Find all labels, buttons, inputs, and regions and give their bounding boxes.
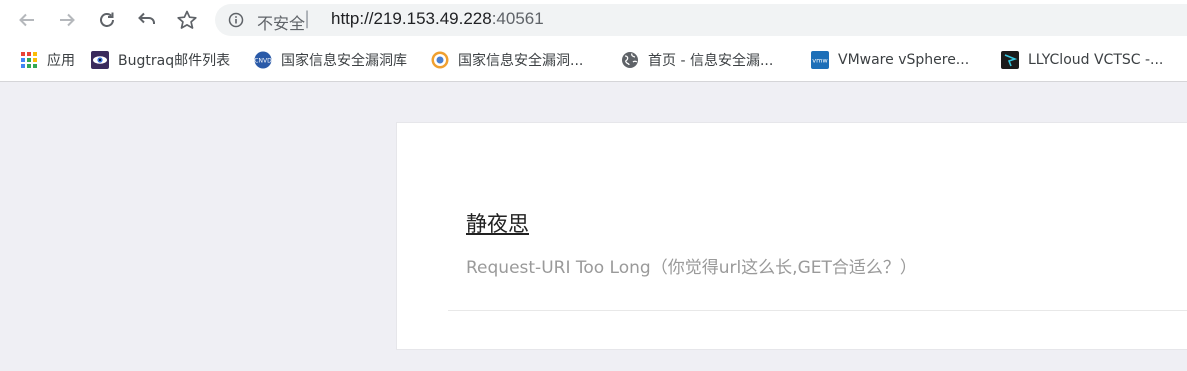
reload-icon (100, 12, 114, 27)
url-text[interactable]: http://219.153.49.228:40561 (331, 9, 544, 29)
llycloud-icon (1001, 51, 1019, 69)
bookmark-llycloud[interactable]: LLYCloud VCTSC -... (1001, 49, 1163, 71)
url-host: http://219.153.49.228 (331, 9, 492, 28)
browser-toolbar: 不安全 | http://219.153.49.228:40561 (0, 0, 1187, 40)
star-icon (177, 10, 197, 29)
bookmark-apps[interactable]: 应用 (20, 49, 75, 71)
bookmark-label: VMware vSphere... (838, 52, 970, 68)
undo-button[interactable] (133, 6, 161, 34)
site-title-link[interactable]: 静夜思 (466, 208, 529, 238)
bookmark-label: Bugtraq邮件列表 (118, 53, 231, 69)
cnnvd-icon: CNVD (254, 51, 272, 69)
eye-icon (91, 51, 109, 69)
content-card: 静夜思 Request-URI Too Long（你觉得url这么长,GET合适… (396, 122, 1187, 350)
bookmark-vmware[interactable]: vmw VMware vSphere... (811, 49, 969, 71)
bookmark-label: 国家信息安全漏洞库 (281, 53, 407, 69)
reload-button[interactable] (93, 6, 121, 34)
bookmark-label: LLYCloud VCTSC -... (1028, 52, 1164, 68)
address-bar[interactable]: 不安全 | http://219.153.49.228:40561 (215, 4, 1187, 36)
forward-button[interactable] (53, 6, 81, 34)
site-info-button[interactable] (228, 12, 244, 32)
bookmark-label: 应用 (47, 53, 75, 69)
error-message: Request-URI Too Long（你觉得url这么长,GET合适么？） (466, 258, 917, 278)
globe-colored-icon (431, 51, 449, 69)
arrow-left-icon (19, 13, 34, 27)
bookmarks-bar: 应用 Bugtraq邮件列表 CNVD 国家信息安全漏洞库 国家信息安全漏洞..… (0, 40, 1187, 82)
svg-text:vmw: vmw (812, 57, 828, 65)
bookmark-bugtraq[interactable]: Bugtraq邮件列表 (91, 49, 230, 71)
bookmark-label: 首页 - 信息安全漏... (648, 53, 774, 69)
vmware-icon: vmw (811, 51, 829, 69)
divider (448, 310, 1187, 311)
bookmark-cnnvd-2[interactable]: 国家信息安全漏洞... (431, 49, 583, 71)
bookmark-homepage[interactable]: 首页 - 信息安全漏... (621, 49, 773, 71)
arrow-right-icon (60, 13, 75, 27)
bookmark-cnnvd[interactable]: CNVD 国家信息安全漏洞库 (254, 49, 407, 71)
bookmark-label: 国家信息安全漏洞... (458, 53, 584, 69)
security-status-label[interactable]: 不安全 (257, 10, 305, 34)
apps-grid-icon (20, 51, 38, 69)
omnibox-separator: | (304, 8, 311, 29)
back-button[interactable] (13, 6, 41, 34)
url-port: :40561 (491, 9, 544, 28)
info-circle-icon (228, 12, 244, 28)
bookmark-star-button[interactable] (173, 6, 201, 34)
undo-icon (138, 12, 155, 24)
globe-icon (621, 51, 639, 69)
svg-text:CNVD: CNVD (254, 58, 272, 65)
